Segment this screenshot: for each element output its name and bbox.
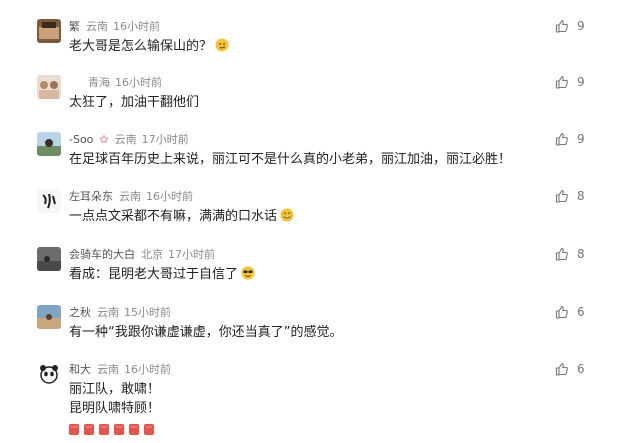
like-count: 8 [577,189,585,203]
username[interactable]: 繁 [69,20,80,33]
timestamp: 16小时前 [113,20,160,33]
timestamp: 17小时前 [141,133,189,146]
thumbs-up-icon [555,362,568,376]
thumbs-up-icon [555,305,568,319]
like-button[interactable]: 8 [555,189,585,203]
red-envelope-icon [114,424,124,435]
comment-text: 丽江队，敢啸！ [69,382,161,397]
like-count: 6 [577,362,585,376]
thumbs-up-icon [555,19,568,33]
thumbs-up-icon [555,75,568,89]
location: 云南 [97,306,119,319]
like-count: 6 [577,305,585,319]
like-button[interactable]: 9 [555,132,585,146]
location: 云南 [86,20,108,33]
username[interactable]: 之秋 [69,306,91,319]
location: 云南 [97,363,119,376]
location: 青海 [88,76,110,89]
flower-icon: ✿ [99,133,109,146]
location: 云南 [119,190,141,203]
avatar[interactable] [37,305,61,329]
avatar[interactable] [37,189,61,213]
comment-text: 有一种“我跟你谦虚谦虚，你还当真了”的感觉。 [69,325,343,340]
comment-text-line2: 昆明队啸特顾！ [69,401,161,416]
like-button[interactable]: 9 [555,75,585,89]
thumbs-up-icon [555,132,568,146]
like-count: 9 [577,19,585,33]
like-button[interactable]: 8 [555,247,585,261]
username[interactable]: 会骑车的大白 [69,248,135,261]
avatar[interactable] [37,132,61,156]
red-envelope-emoji-row [69,422,160,441]
cool-emoji-icon [241,266,255,280]
like-count: 9 [577,75,585,89]
timestamp: 16小时前 [124,363,171,376]
red-envelope-icon [144,424,154,435]
like-count: 8 [577,247,585,261]
avatar[interactable] [37,362,61,386]
smirk-emoji-icon [215,38,229,52]
red-envelope-icon [129,424,139,435]
red-envelope-icon [99,424,109,435]
like-button[interactable]: 6 [555,305,585,319]
comment-text: 一点点文采都不有嘛，满满的口水话 [69,209,278,224]
red-envelope-icon [84,424,94,435]
timestamp: 17小时前 [168,248,215,261]
comment-text: 看成：昆明老大哥过于自信了 [69,267,239,282]
drool-emoji-icon [280,208,294,222]
avatar[interactable] [37,19,61,43]
like-count: 9 [577,132,585,146]
location: 云南 [114,133,137,146]
like-button[interactable]: 6 [555,362,585,376]
timestamp: 15小时前 [124,306,171,319]
username[interactable]: 和大 [69,363,91,376]
thumbs-up-icon [555,247,568,261]
username[interactable]: -Soo [69,133,93,146]
red-envelope-icon [69,424,79,435]
timestamp: 16小时前 [115,76,162,89]
location: 北京 [141,248,163,261]
timestamp: 16小时前 [146,190,193,203]
comment-text: 在足球百年历史上来说，丽江可不是什么真的小老弟，丽江加油，丽江必胜！ [69,152,512,167]
thumbs-up-icon [555,189,568,203]
avatar[interactable] [37,75,61,99]
username[interactable]: 左耳朵东 [69,190,113,203]
comment-text: 太狂了，加油干翻他们 [69,95,200,110]
comment-text: 老大哥是怎么输保山的？ [69,39,213,54]
like-button[interactable]: 9 [555,19,585,33]
avatar[interactable] [37,247,61,271]
